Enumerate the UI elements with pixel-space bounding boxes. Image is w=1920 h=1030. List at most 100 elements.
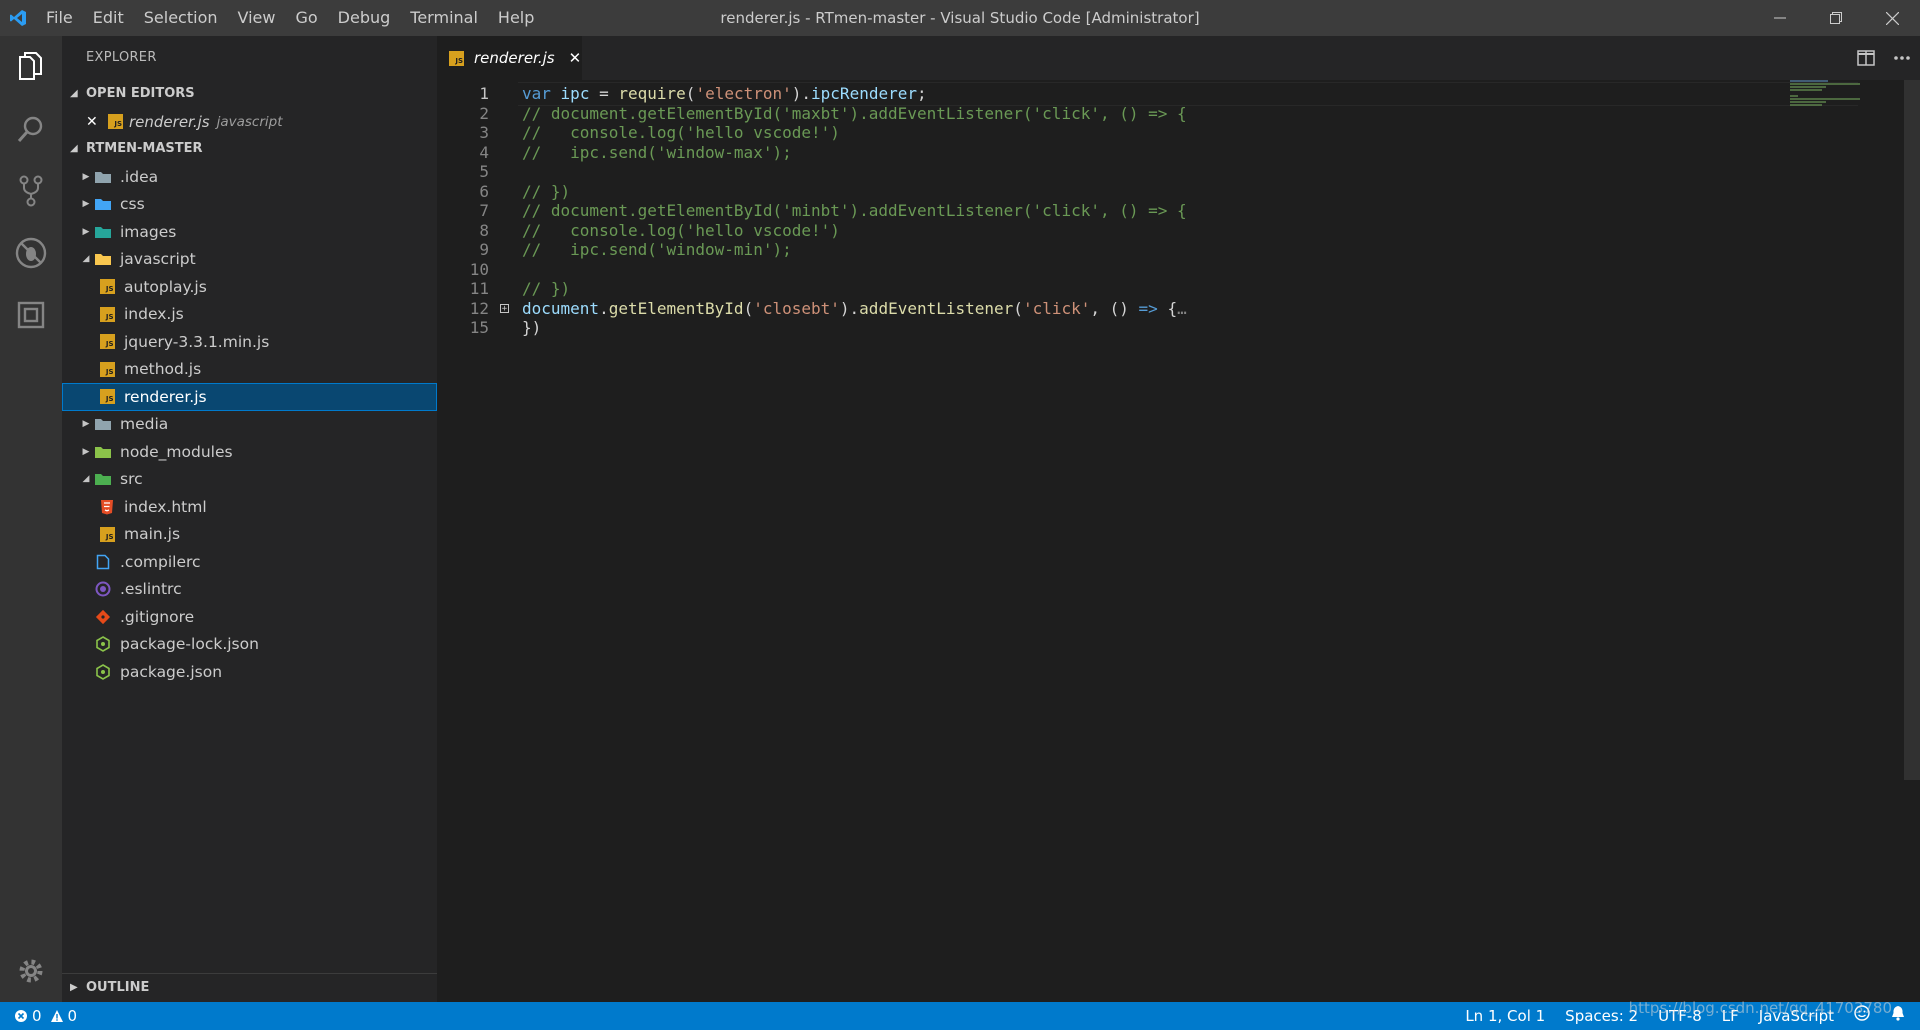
code-token: (	[743, 298, 754, 318]
tree-item-label: .compilerc	[120, 552, 201, 571]
project-title: RTMEN-MASTER	[86, 141, 203, 156]
menu-view[interactable]: View	[228, 0, 286, 36]
extensions-icon[interactable]	[0, 284, 62, 346]
menu-go[interactable]: Go	[285, 0, 327, 36]
chevron-right-icon[interactable]: ▶	[78, 218, 94, 245]
chevron-right-icon[interactable]: ▶	[78, 163, 94, 190]
nodejs-icon	[94, 663, 112, 680]
js-file-icon: JS	[449, 50, 464, 66]
code-token: 'click'	[1022, 298, 1091, 318]
tree-item[interactable]: JS renderer.js	[62, 383, 437, 411]
tree-item[interactable]: ◢ src	[62, 466, 437, 494]
tree-item-label: images	[120, 222, 177, 241]
folder-node-icon	[94, 444, 112, 460]
minimap[interactable]	[1790, 80, 1860, 110]
settings-gear-icon[interactable]	[0, 940, 62, 1002]
menu-debug[interactable]: Debug	[328, 0, 401, 36]
code-editor[interactable]: 1 var ipc = require('electron').ipcRender…	[437, 80, 1920, 1002]
code-text: })	[522, 316, 541, 340]
open-editor-item[interactable]: ✕ JS renderer.js javascript	[62, 108, 437, 135]
vertical-scrollbar[interactable]	[1904, 80, 1920, 780]
code-token: // ipc.send('window-min');	[522, 240, 792, 259]
tree-item[interactable]: ◢ javascript	[62, 246, 437, 274]
tree-item[interactable]: package.json	[62, 658, 437, 686]
tree-item[interactable]: index.html	[62, 493, 437, 521]
file-icon	[94, 554, 112, 570]
menu-selection[interactable]: Selection	[134, 0, 228, 36]
chevron-right-icon[interactable]: ▶	[78, 438, 94, 465]
watermark-text: https://blog.csdn.net/qq_41703780	[1628, 999, 1892, 1017]
tree-item-label: css	[120, 195, 145, 214]
menu-edit[interactable]: Edit	[83, 0, 134, 36]
code-token: require	[618, 84, 686, 103]
tree-item-label: main.js	[124, 525, 181, 544]
menu-terminal[interactable]: Terminal	[400, 0, 488, 36]
folder-icon	[94, 169, 112, 185]
code-token: , ()	[1090, 298, 1139, 318]
tree-item[interactable]: JS autoplay.js	[62, 273, 437, 301]
error-count: 0	[32, 1007, 42, 1025]
code-token: getElementById	[608, 298, 744, 318]
close-editor-icon[interactable]: ✕	[86, 114, 108, 130]
minimize-button[interactable]	[1752, 0, 1808, 36]
restore-button[interactable]	[1808, 0, 1864, 36]
folder-css-icon	[94, 196, 112, 212]
tree-item[interactable]: package-lock.json	[62, 631, 437, 659]
cursor-position[interactable]: Ln 1, Col 1	[1455, 1002, 1555, 1030]
debug-icon[interactable]	[0, 222, 62, 284]
nodejs-icon	[94, 636, 112, 653]
tree-item[interactable]: JS jquery-3.3.1.min.js	[62, 328, 437, 356]
code-token: // })	[522, 181, 571, 201]
window-controls	[1752, 0, 1920, 36]
more-actions-icon[interactable]	[1884, 36, 1920, 80]
source-control-icon[interactable]	[0, 160, 62, 222]
tree-item[interactable]: ▶ .idea	[62, 163, 437, 191]
menu-help[interactable]: Help	[488, 0, 544, 36]
tree-item-label: .gitignore	[120, 607, 195, 626]
explorer-icon[interactable]	[0, 36, 62, 98]
chevron-down-icon[interactable]: ◢	[78, 466, 94, 493]
open-editors-header[interactable]: ◢ OPEN EDITORS	[62, 80, 437, 108]
open-editor-desc: javascript	[216, 113, 283, 130]
js-file-icon: JS	[98, 389, 116, 405]
code-token: 'electron'	[695, 84, 792, 103]
problems-indicator[interactable]: 0 0	[0, 1007, 77, 1025]
tree-item[interactable]: .eslintrc	[62, 576, 437, 604]
tree-item[interactable]: ▶ media	[62, 411, 437, 439]
folder-icon	[94, 416, 112, 432]
fold-expand-icon[interactable]: +	[500, 303, 509, 313]
explorer-sidebar: EXPLORER ◢ OPEN EDITORS ✕ JS renderer.js…	[62, 36, 437, 1002]
chevron-down-icon[interactable]: ◢	[78, 246, 94, 273]
tree-item[interactable]: ▶ node_modules	[62, 438, 437, 466]
open-editors-title: OPEN EDITORS	[86, 86, 195, 101]
tree-item[interactable]: JS method.js	[62, 356, 437, 384]
warning-icon	[50, 1010, 63, 1022]
close-tab-icon[interactable]: ✕	[569, 49, 582, 67]
code-token: {	[1157, 298, 1178, 318]
tree-item-label: package-lock.json	[120, 635, 259, 654]
split-editor-icon[interactable]	[1848, 36, 1884, 80]
search-icon[interactable]	[0, 98, 62, 160]
js-file-icon: JS	[98, 526, 116, 542]
tree-item[interactable]: ▶ css	[62, 191, 437, 219]
chevron-right-icon[interactable]: ▶	[78, 191, 94, 218]
project-header[interactable]: ◢ RTMEN-MASTER	[62, 135, 437, 163]
code-token: var	[522, 84, 551, 103]
menu-file[interactable]: File	[36, 0, 83, 36]
tree-item[interactable]: .gitignore	[62, 603, 437, 631]
tree-item[interactable]: ▶ images	[62, 218, 437, 246]
code-line[interactable]: 15})	[437, 316, 1737, 340]
outline-section[interactable]: ▶ OUTLINE	[62, 973, 437, 1002]
close-window-button[interactable]	[1864, 0, 1920, 36]
vscode-logo-icon	[0, 0, 36, 36]
tab-renderer-js[interactable]: JS renderer.js ✕	[437, 36, 582, 80]
chevron-right-icon[interactable]: ▶	[78, 411, 94, 438]
tree-item[interactable]: JS main.js	[62, 521, 437, 549]
tree-item[interactable]: .compilerc	[62, 548, 437, 576]
tree-item[interactable]: JS index.js	[62, 301, 437, 329]
chevron-down-icon: ◢	[70, 143, 78, 154]
